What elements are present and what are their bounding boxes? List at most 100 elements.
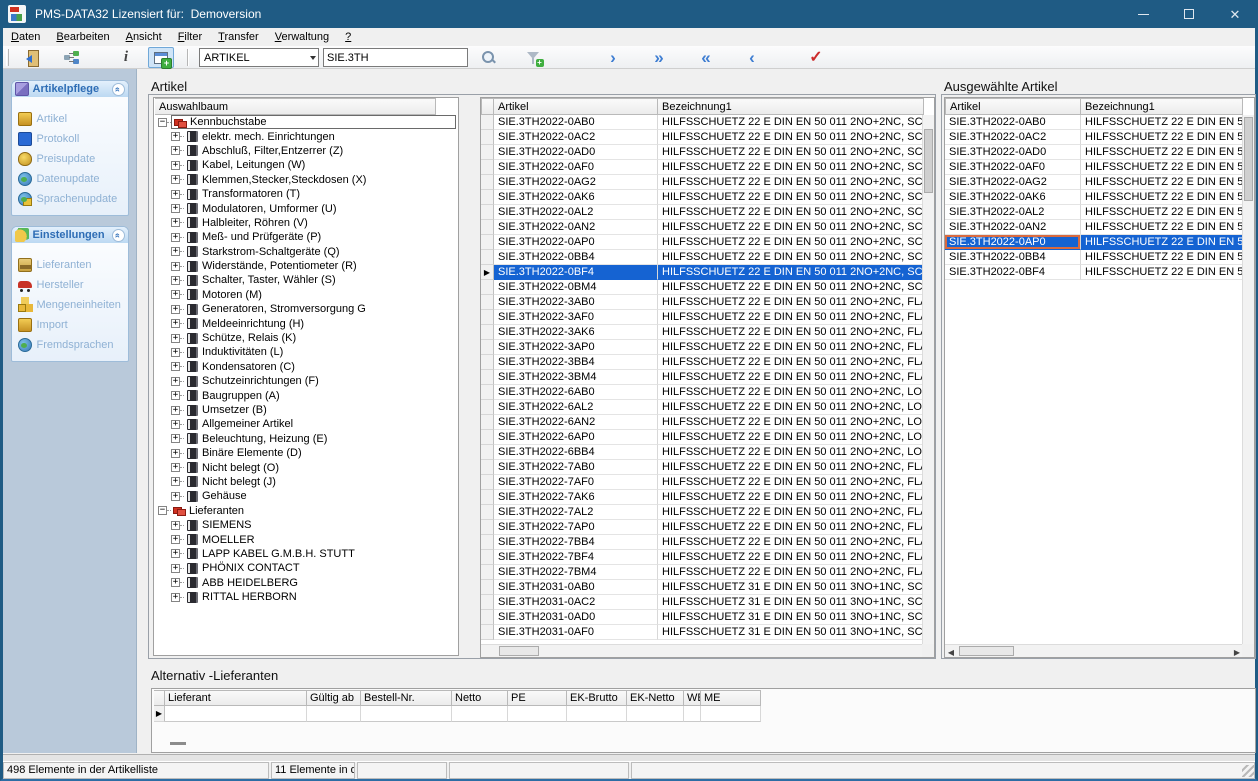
tree-node[interactable]: +Widerstände, Potentiometer (R) [154,259,458,273]
table-row[interactable]: SIE.3TH2022-0AD0HILFSSCHUETZ 22 E DIN EN… [481,145,934,160]
column-header-pe[interactable]: PE [508,690,567,706]
expander-icon[interactable]: + [171,406,180,415]
artikel-table-vscrollbar[interactable] [922,115,934,645]
expander-icon[interactable]: + [171,535,180,544]
vscrollbar-thumb[interactable] [1244,117,1253,201]
tree-node[interactable]: +Baugruppen (A) [154,388,458,402]
table-row[interactable]: ▶ [154,706,761,722]
tree-node[interactable]: +SIEMENS [154,518,458,532]
sidebar-item-protokoll[interactable]: Protokoll [18,129,128,149]
sidebar-item-fremdsprachen[interactable]: Fremdsprachen [18,335,128,355]
tree-node[interactable]: +Binäre Elemente (D) [154,446,458,460]
table-row[interactable]: SIE.3TH2022-0AB0HILFSSCHUETZ 22 E DIN EN… [481,115,934,130]
expander-icon[interactable]: + [171,305,180,314]
tree-node[interactable]: +Gehäuse [154,489,458,503]
maximize-button[interactable] [1166,0,1212,28]
table-row[interactable]: SIE.3TH2022-0AL2HILFSSCHUETZ 22 E DIN EN… [481,205,934,220]
tree-node[interactable]: +Kondensatoren (C) [154,360,458,374]
minimize-button[interactable] [1120,0,1166,28]
menu-item-ansicht[interactable]: Ansicht [118,29,170,45]
tree-node[interactable]: +Schalter, Taster, Wähler (S) [154,273,458,287]
table-row[interactable]: SIE.3TH2022-0AN2HILFSSCHUETZ 22 E DIN EN… [481,220,934,235]
table-row[interactable]: ▶SIE.3TH2022-0BF4HILFSSCHUETZ 22 E DIN E… [481,265,934,280]
expander-icon[interactable]: + [171,492,180,501]
menu-item-filter[interactable]: Filter [170,29,210,45]
tree-node[interactable]: +Generatoren, Stromversorgung G [154,302,458,316]
sidebar-item-artikel[interactable]: Artikel [18,109,128,129]
vscrollbar-thumb[interactable] [924,129,933,193]
expander-icon[interactable]: + [171,218,180,227]
sidebar-item-preisupdate[interactable]: Preisupdate [18,149,128,169]
table-row[interactable]: SIE.3TH2022-0AN2HILFSSCHUETZ 22 E DIN EN… [945,220,1254,235]
tree-node[interactable]: +Meß- und Prüfgeräte (P) [154,230,458,244]
column-header-artikel[interactable]: Artikel [945,98,1081,115]
close-button[interactable]: ✕ [1212,0,1258,28]
tree-node[interactable]: −Kennbuchstabe [154,115,458,129]
relations-button[interactable] [58,47,84,68]
tree-node[interactable]: +ABB HEIDELBERG [154,576,458,590]
expander-icon[interactable]: + [171,463,180,472]
scroll-left-arrow-icon[interactable]: ◀ [945,646,957,658]
expander-icon[interactable]: + [171,362,180,371]
expander-icon[interactable]: + [171,434,180,443]
tree-node[interactable]: +Allgemeiner Artikel [154,417,458,431]
expander-icon[interactable]: + [171,334,180,343]
table-row[interactable]: SIE.3TH2022-0BB4HILFSSCHUETZ 22 E DIN EN… [945,250,1254,265]
tree-node[interactable]: +Abschluß, Filter,Entzerrer (Z) [154,144,458,158]
expander-icon[interactable]: + [171,233,180,242]
table-row[interactable]: SIE.3TH2031-0AF0HILFSSCHUETZ 31 E DIN EN… [481,625,934,640]
column-header-bezeichnung1[interactable]: Bezeichnung1 [1081,98,1243,115]
table-row[interactable]: SIE.3TH2022-7BF4HILFSSCHUETZ 22 E DIN EN… [481,550,934,565]
tree-node[interactable]: +elektr. mech. Einrichtungen [154,129,458,143]
column-header-artikel[interactable]: Artikel [494,98,658,115]
tree-node[interactable]: +Nicht belegt (J) [154,475,458,489]
table-row[interactable]: SIE.3TH2022-0AP0HILFSSCHUETZ 22 E DIN EN… [945,235,1254,250]
menu-item-daten[interactable]: Daten [3,29,48,45]
table-row[interactable]: SIE.3TH2031-0AD0HILFSSCHUETZ 31 E DIN EN… [481,610,934,625]
tree-node[interactable]: +Klemmen,Stecker,Steckdosen (X) [154,173,458,187]
menu-item-bearbeiten[interactable]: Bearbeiten [48,29,117,45]
table-row[interactable]: SIE.3TH2022-3AP0HILFSSCHUETZ 22 E DIN EN… [481,340,934,355]
sidebar-item-hersteller[interactable]: Hersteller [18,275,128,295]
table-row[interactable]: SIE.3TH2022-7AF0HILFSSCHUETZ 22 E DIN EN… [481,475,934,490]
sidebar-panel-header[interactable]: Einstellungen« [12,227,128,243]
column-header-we[interactable]: WE [684,690,701,706]
expander-icon[interactable]: + [171,262,180,271]
hscrollbar-thumb[interactable] [959,646,1014,656]
alternativ-hscrollbar-thumb[interactable] [170,742,186,745]
artikel-table-hscrollbar[interactable] [481,644,924,657]
table-row[interactable]: SIE.3TH2022-0AG2HILFSSCHUETZ 22 E DIN EN… [481,175,934,190]
table-row[interactable]: SIE.3TH2022-6AB0HILFSSCHUETZ 22 E DIN EN… [481,385,934,400]
table-row[interactable]: SIE.3TH2022-0BB4HILFSSCHUETZ 22 E DIN EN… [481,250,934,265]
expander-icon[interactable]: − [158,506,167,515]
expander-icon[interactable]: + [171,276,180,285]
menu-item-?[interactable]: ? [337,29,359,45]
menu-item-transfer[interactable]: Transfer [210,29,267,45]
expander-icon[interactable]: + [171,477,180,486]
table-row[interactable]: SIE.3TH2022-0AF0HILFSSCHUETZ 22 E DIN EN… [481,160,934,175]
menu-item-verwaltung[interactable]: Verwaltung [267,29,337,45]
column-header-eknetto[interactable]: EK-Netto [627,690,684,706]
column-header-netto[interactable]: Netto [452,690,508,706]
table-row[interactable]: SIE.3TH2022-6BB4HILFSSCHUETZ 22 E DIN EN… [481,445,934,460]
expander-icon[interactable]: + [171,564,180,573]
tree-node[interactable]: +Modulatoren, Umformer (U) [154,201,458,215]
tree-node[interactable]: +Starkstrom-Schaltgeräte (Q) [154,245,458,259]
table-row[interactable]: SIE.3TH2022-3AB0HILFSSCHUETZ 22 E DIN EN… [481,295,934,310]
move-left-button[interactable]: ‹ [739,47,765,68]
expander-icon[interactable]: + [171,290,180,299]
expander-icon[interactable]: + [171,146,180,155]
table-row[interactable]: SIE.3TH2022-0AK6HILFSSCHUETZ 22 E DIN EN… [481,190,934,205]
expander-icon[interactable]: + [171,247,180,256]
table-row[interactable]: SIE.3TH2022-0AC2HILFSSCHUETZ 22 E DIN EN… [945,130,1254,145]
table-row[interactable]: SIE.3TH2031-0AC2HILFSSCHUETZ 31 E DIN EN… [481,595,934,610]
expander-icon[interactable]: + [171,449,180,458]
table-row[interactable]: SIE.3TH2022-0BM4HILFSSCHUETZ 22 E DIN EN… [481,280,934,295]
table-row[interactable]: SIE.3TH2022-3BB4HILFSSCHUETZ 22 E DIN EN… [481,355,934,370]
resize-grip-icon[interactable] [1242,765,1254,777]
table-row[interactable]: SIE.3TH2022-0AD0HILFSSCHUETZ 22 E DIN EN… [945,145,1254,160]
selected-table-hscrollbar[interactable]: ◀ ▶ [945,644,1243,657]
sidebar-item-lieferanten[interactable]: Lieferanten [18,255,128,275]
category-combo[interactable]: ARTIKEL [199,48,319,67]
tree-node[interactable]: +Meldeeinrichtung (H) [154,316,458,330]
